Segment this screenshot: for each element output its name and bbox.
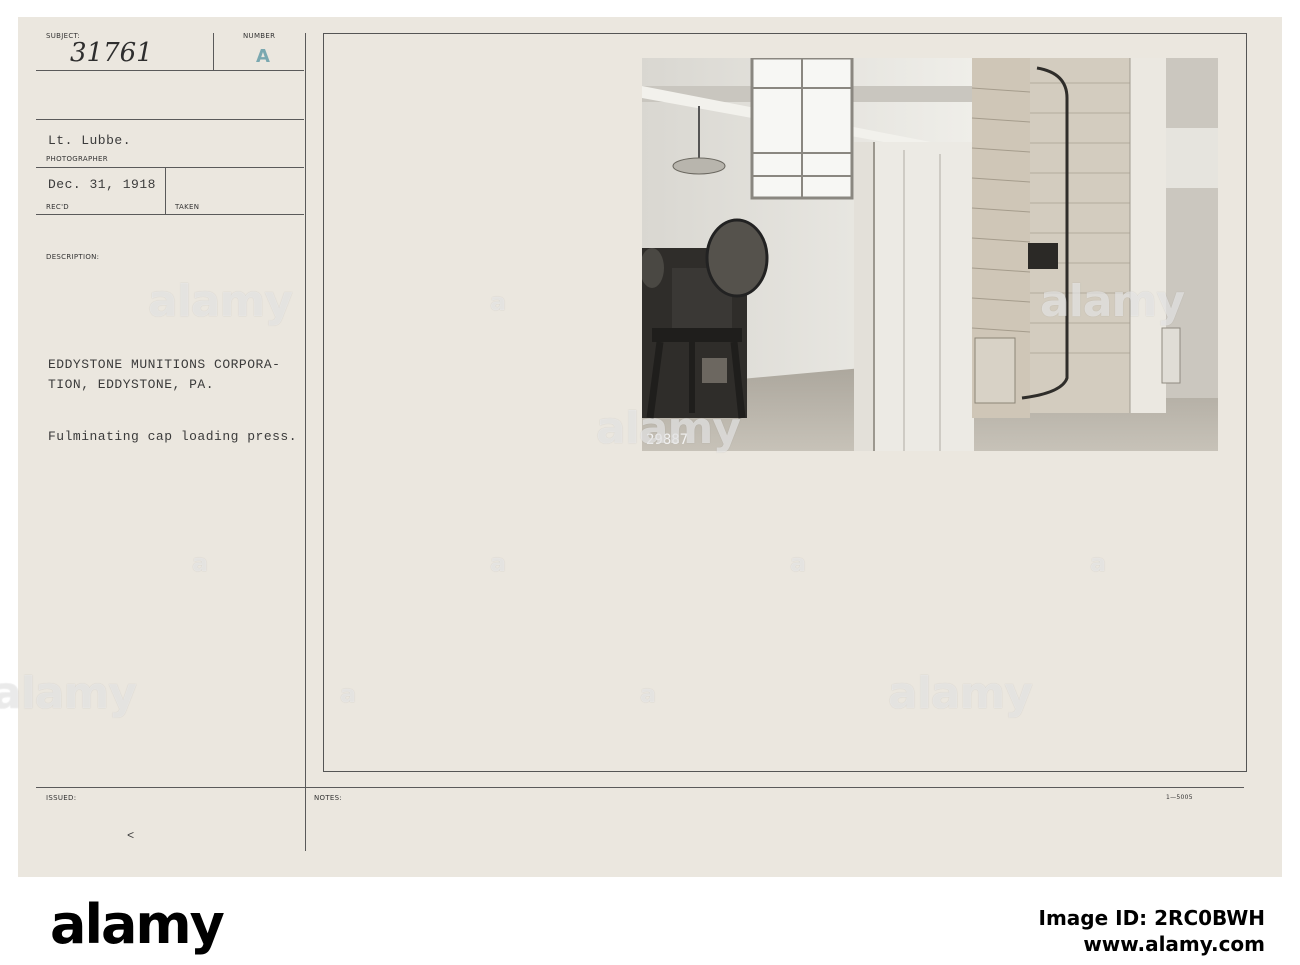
watermark-bottom-right: alamy	[888, 668, 1033, 719]
watermark-bottom-left: alamy	[0, 668, 137, 719]
rule-photographer-top	[36, 119, 304, 120]
date-value: Dec. 31, 1918	[48, 177, 156, 192]
description-line-3: Fulminating cap loading press.	[48, 429, 298, 444]
watermark-letter-6: a	[340, 680, 356, 708]
taken-label: TAKEN	[175, 203, 200, 211]
notes-label: NOTES:	[314, 794, 343, 802]
form-code: 1—5005	[1166, 794, 1193, 801]
watermark-left: alamy	[148, 276, 293, 327]
image-id: Image ID: 2RC0BWH www.alamy.com	[1039, 905, 1265, 957]
watermark-photo-bottom: alamy	[596, 403, 741, 454]
photographer-value: Lt. Lubbe.	[48, 133, 132, 148]
issued-label: ISSUED:	[46, 794, 77, 802]
issued-mark: <	[127, 829, 135, 843]
watermark-photo-right: alamy	[1040, 276, 1185, 327]
factory-photograph: 29887	[642, 58, 1218, 451]
watermark-letter-2: a	[192, 549, 208, 577]
site-url[interactable]: www.alamy.com	[1039, 931, 1265, 957]
rule-date	[36, 214, 304, 215]
rule-bottom	[36, 787, 1244, 788]
watermark-letter-7: a	[640, 680, 656, 708]
watermark-letter-1: a	[490, 288, 506, 316]
alamy-logo: alamy	[50, 893, 225, 956]
description-line-1: EDDYSTONE MUNITIONS CORPORA-	[48, 357, 281, 372]
number-value: A	[256, 46, 270, 67]
photographer-label: PHOTOGRAPHER	[46, 155, 108, 163]
rule-photographer	[36, 167, 304, 168]
subject-value: 31761	[70, 38, 153, 68]
recd-label: REC'D	[46, 203, 69, 211]
rule-recd-taken-divider	[165, 168, 166, 214]
rule-subject-number-divider	[213, 33, 214, 71]
rule-column-divider	[305, 33, 306, 851]
watermark-letter-5: a	[1090, 549, 1106, 577]
description-label: DESCRIPTION:	[46, 253, 100, 261]
watermark-letter-4: a	[790, 549, 806, 577]
image-id-label: Image ID: 2RC0BWH	[1038, 906, 1265, 930]
rule-top	[36, 70, 304, 71]
number-label: NUMBER	[243, 32, 276, 40]
description-line-2: TION, EDDYSTONE, PA.	[48, 377, 215, 392]
watermark-letter-3: a	[490, 549, 506, 577]
